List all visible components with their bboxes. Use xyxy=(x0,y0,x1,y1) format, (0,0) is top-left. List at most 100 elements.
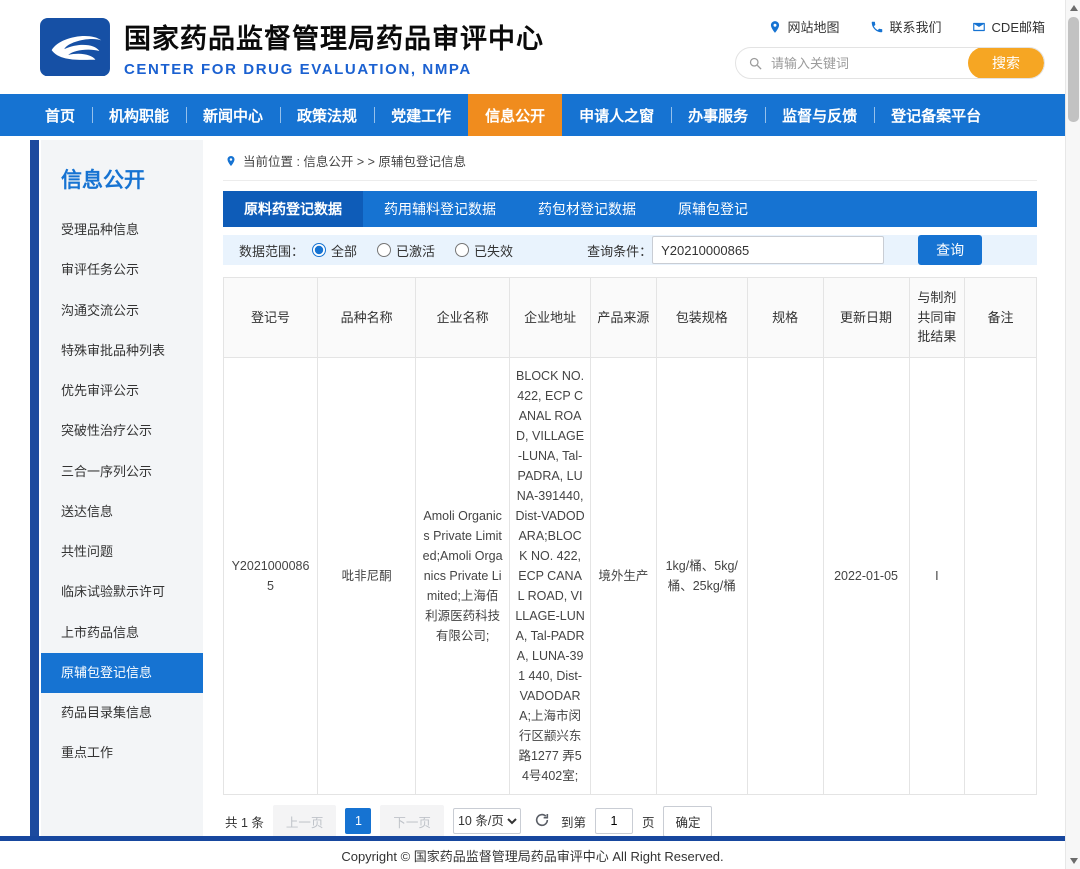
sidebar-item-special-approval-list[interactable]: 特殊审批品种列表 xyxy=(41,331,203,371)
table-row: Y20210000865 吡非尼酮 Amoli Organics Private… xyxy=(224,357,1037,794)
col-update-date: 更新日期 xyxy=(823,278,909,358)
location-pin-icon xyxy=(768,20,782,34)
sidebar-item-breakthrough-therapy[interactable]: 突破性治疗公示 xyxy=(41,411,203,451)
cell-update-date: 2022-01-05 xyxy=(823,357,909,794)
goto-suffix-label: 页 xyxy=(642,812,655,831)
filter-bar: 数据范围： 全部 已激活 已失效 xyxy=(223,235,1037,265)
header-right: 网站地图 联系我们 CDE邮箱 搜索 xyxy=(735,15,1045,79)
sidebar-item-three-in-one[interactable]: 三合一序列公示 xyxy=(41,452,203,492)
nmpa-logo-icon xyxy=(40,18,110,76)
sidebar-title: 信息公开 xyxy=(41,154,203,210)
site-search-button[interactable]: 搜索 xyxy=(968,47,1044,79)
sidebar-item-raw-excipient-packaging[interactable]: 原辅包登记信息 xyxy=(41,653,203,693)
sidebar-item-priority-review[interactable]: 优先审评公示 xyxy=(41,371,203,411)
table-header-row: 登记号 品种名称 企业名称 企业地址 产品来源 包装规格 规格 更新日期 与制剂… xyxy=(224,278,1037,358)
page-number-1[interactable]: 1 xyxy=(345,808,371,834)
nav-item-home[interactable]: 首页 xyxy=(28,94,92,136)
prev-page-button[interactable]: 上一页 xyxy=(273,805,337,838)
envelope-icon xyxy=(972,20,986,34)
tab-excipient-data[interactable]: 药用辅料登记数据 xyxy=(363,191,517,227)
copyright-text: Copyright © 国家药品监督管理局药品审评中心 All Right Re… xyxy=(341,846,723,865)
nav-item-applicant-window[interactable]: 申请人之窗 xyxy=(562,94,671,136)
tab-raw-excipient-registration[interactable]: 原辅包登记 xyxy=(657,191,769,227)
scrollbar-thumb[interactable] xyxy=(1068,17,1079,122)
query-input[interactable] xyxy=(652,236,884,264)
radio-active-label: 已激活 xyxy=(396,241,435,260)
quick-links: 网站地图 联系我们 CDE邮箱 xyxy=(768,17,1045,36)
cell-company-address: BLOCK NO. 422, ECP CANAL ROAD, VILLAGE-L… xyxy=(510,357,591,794)
tab-bar: 原料药登记数据 药用辅料登记数据 药包材登记数据 原辅包登记 xyxy=(223,191,1037,227)
refresh-button[interactable] xyxy=(532,811,552,831)
sidebar-item-delivery-info[interactable]: 送达信息 xyxy=(41,492,203,532)
sidebar-item-communication[interactable]: 沟通交流公示 xyxy=(41,291,203,331)
sidebar-item-accepted-varieties[interactable]: 受理品种信息 xyxy=(41,210,203,250)
scroll-down-icon xyxy=(1070,858,1078,864)
cell-remarks xyxy=(965,357,1037,794)
col-packaging-spec: 包装规格 xyxy=(656,278,747,358)
site-title-en: CENTER FOR DRUG EVALUATION, NMPA xyxy=(124,61,544,78)
viewport: 国家药品监督管理局药品审评中心 CENTER FOR DRUG EVALUATI… xyxy=(0,0,1065,869)
next-page-button[interactable]: 下一页 xyxy=(380,805,444,838)
sidebar-item-marketed-drug-info[interactable]: 上市药品信息 xyxy=(41,613,203,653)
radio-inactive[interactable]: 已失效 xyxy=(455,241,513,260)
tab-packaging-data[interactable]: 药包材登记数据 xyxy=(517,191,657,227)
location-pin-icon xyxy=(225,154,237,168)
main-nav: 首页 机构职能 新闻中心 政策法规 党建工作 信息公开 申请人之窗 办事服务 监… xyxy=(0,94,1065,136)
radio-all-input[interactable] xyxy=(312,243,326,257)
radio-all[interactable]: 全部 xyxy=(312,241,357,260)
sidebar-item-drug-catalog[interactable]: 药品目录集信息 xyxy=(41,693,203,733)
scroll-down-button[interactable] xyxy=(1066,853,1080,869)
nav-item-services[interactable]: 办事服务 xyxy=(671,94,765,136)
nav-item-supervision-feedback[interactable]: 监督与反馈 xyxy=(765,94,874,136)
sitemap-label: 网站地图 xyxy=(788,17,840,36)
cde-mail-label: CDE邮箱 xyxy=(992,17,1045,36)
site-search-input[interactable] xyxy=(763,56,968,71)
sidebar-item-clinical-trial-tacit-license[interactable]: 临床试验默示许可 xyxy=(41,572,203,612)
radio-inactive-input[interactable] xyxy=(455,243,469,257)
site-title-block: 国家药品监督管理局药品审评中心 CENTER FOR DRUG EVALUATI… xyxy=(124,17,544,78)
scroll-up-button[interactable] xyxy=(1066,0,1080,16)
nav-item-party-building[interactable]: 党建工作 xyxy=(374,94,468,136)
goto-confirm-button[interactable]: 确定 xyxy=(663,806,712,837)
col-product-source: 产品来源 xyxy=(591,278,657,358)
radio-inactive-label: 已失效 xyxy=(474,241,513,260)
nav-item-org-functions[interactable]: 机构职能 xyxy=(92,94,186,136)
goto-page-input[interactable] xyxy=(595,808,633,834)
tab-api-data[interactable]: 原料药登记数据 xyxy=(223,191,363,227)
sidebar-item-review-tasks[interactable]: 审评任务公示 xyxy=(41,250,203,290)
sitemap-link[interactable]: 网站地图 xyxy=(768,17,840,36)
nav-item-news-center[interactable]: 新闻中心 xyxy=(186,94,280,136)
page: 国家药品监督管理局药品审评中心 CENTER FOR DRUG EVALUATI… xyxy=(0,0,1080,869)
sidebar: 信息公开 受理品种信息 审评任务公示 沟通交流公示 特殊审批品种列表 优先审评公… xyxy=(41,140,203,836)
col-company-address: 企业地址 xyxy=(510,278,591,358)
radio-active-input[interactable] xyxy=(377,243,391,257)
nav-item-registration-platform[interactable]: 登记备案平台 xyxy=(874,94,998,136)
radio-active[interactable]: 已激活 xyxy=(377,241,435,260)
site-header: 国家药品监督管理局药品审评中心 CENTER FOR DRUG EVALUATI… xyxy=(0,0,1065,94)
cde-mail-link[interactable]: CDE邮箱 xyxy=(972,17,1045,36)
breadcrumb: 当前位置 : 信息公开 > > 原辅包登记信息 xyxy=(223,142,1037,181)
sidebar-item-common-issues[interactable]: 共性问题 xyxy=(41,532,203,572)
radio-all-label: 全部 xyxy=(331,241,357,260)
col-registration-number: 登记号 xyxy=(224,278,318,358)
query-label: 查询条件： xyxy=(587,241,652,260)
cell-spec xyxy=(747,357,823,794)
vertical-scrollbar[interactable] xyxy=(1065,0,1080,869)
cell-variety-name: 吡非尼酮 xyxy=(318,357,416,794)
cell-company-name: Amoli Organics Private Limited;Amoli Org… xyxy=(416,357,510,794)
nmpa-logo[interactable] xyxy=(40,18,110,76)
query-button[interactable]: 查询 xyxy=(918,235,982,265)
scroll-up-icon xyxy=(1070,5,1078,11)
nav-item-policy[interactable]: 政策法规 xyxy=(280,94,374,136)
cell-product-source: 境外生产 xyxy=(591,357,657,794)
refresh-icon xyxy=(534,812,550,828)
page-size-select[interactable]: 10 条/页 xyxy=(453,808,521,834)
sidebar-item-key-work[interactable]: 重点工作 xyxy=(41,733,203,773)
site-title-cn: 国家药品监督管理局药品审评中心 xyxy=(124,17,544,56)
search-icon xyxy=(748,56,763,71)
cell-registration-number: Y20210000865 xyxy=(224,357,318,794)
col-company-name: 企业名称 xyxy=(416,278,510,358)
nav-item-info-disclosure[interactable]: 信息公开 xyxy=(468,94,562,136)
goto-prefix-label: 到第 xyxy=(561,812,586,831)
contact-link[interactable]: 联系我们 xyxy=(870,17,942,36)
